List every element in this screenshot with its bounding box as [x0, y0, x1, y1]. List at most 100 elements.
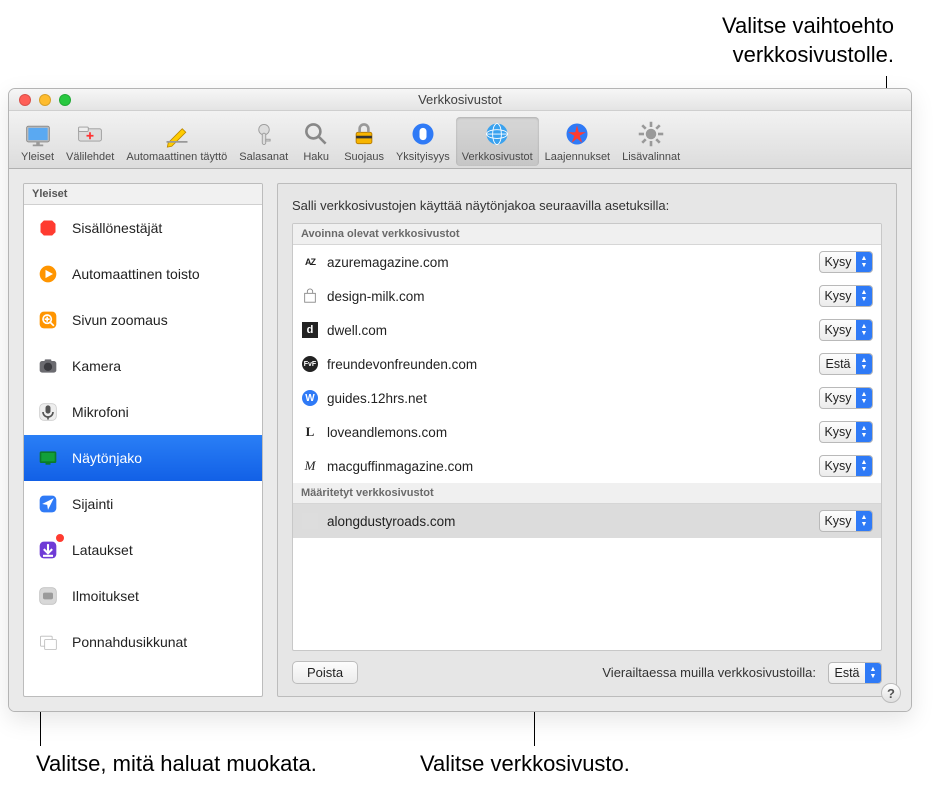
site-row[interactable]: design-milk.com Kysy ▲▼: [293, 279, 881, 313]
toolbar-security[interactable]: Suojaus: [338, 117, 390, 166]
help-button[interactable]: ?: [881, 683, 901, 703]
panel-footer: Poista Vierailtaessa muilla verkkosivust…: [292, 661, 882, 684]
site-permission-value: Estä: [820, 357, 856, 371]
site-permission-value: Kysy: [820, 425, 856, 439]
site-row[interactable]: L loveandlemons.com Kysy ▲▼: [293, 415, 881, 449]
toolbar-label: Laajennukset: [545, 151, 610, 163]
site-permission-value: Kysy: [820, 391, 856, 405]
favicon-icon: M: [301, 457, 319, 475]
content-blockers-icon: [34, 214, 62, 242]
sidebar-item-notifications[interactable]: Ilmoitukset: [24, 573, 262, 619]
site-permission-select[interactable]: Kysy ▲▼: [819, 285, 873, 307]
sidebar-item-label: Lataukset: [72, 542, 133, 558]
toolbar-search[interactable]: Haku: [294, 117, 338, 166]
sidebar-item-downloads[interactable]: Lataukset: [24, 527, 262, 573]
site-domain: guides.12hrs.net: [327, 391, 811, 406]
site-row[interactable]: alongdustyroads.com Kysy ▲▼: [293, 504, 881, 538]
toolbar-label: Välilehdet: [66, 151, 114, 163]
location-icon: [34, 490, 62, 518]
toolbar-general[interactable]: Yleiset: [15, 117, 60, 166]
site-domain: azuremagazine.com: [327, 255, 811, 270]
sidebar-item-microphone[interactable]: Mikrofoni: [24, 389, 262, 435]
site-row[interactable]: FvF freundevonfreunden.com Estä ▲▼: [293, 347, 881, 381]
search-icon: [301, 119, 331, 149]
chevron-updown-icon: ▲▼: [856, 252, 872, 272]
privacy-icon: [408, 119, 438, 149]
site-permission-value: Kysy: [820, 514, 856, 528]
chevron-updown-icon: ▲▼: [865, 663, 881, 683]
notifications-icon: [34, 582, 62, 610]
microphone-icon: [34, 398, 62, 426]
favicon-icon: W: [301, 389, 319, 407]
site-domain: alongdustyroads.com: [327, 514, 811, 529]
site-permission-select[interactable]: Kysy ▲▼: [819, 251, 873, 273]
favicon-icon: AZ: [301, 253, 319, 271]
site-domain: loveandlemons.com: [327, 425, 811, 440]
sidebar-item-label: Kamera: [72, 358, 121, 374]
sidebar-item-page-zoom[interactable]: Sivun zoomaus: [24, 297, 262, 343]
toolbar-autofill[interactable]: Automaattinen täyttö: [120, 117, 233, 166]
extensions-icon: [562, 119, 592, 149]
sidebar-item-content-blockers[interactable]: Sisällönestäjät: [24, 205, 262, 251]
site-row[interactable]: M macguffinmagazine.com Kysy ▲▼: [293, 449, 881, 483]
site-permission-select[interactable]: Kysy ▲▼: [819, 387, 873, 409]
table-blank: [293, 538, 881, 650]
site-permission-select[interactable]: Kysy ▲▼: [819, 421, 873, 443]
toolbar-label: Yleiset: [21, 151, 54, 163]
toolbar-websites[interactable]: Verkkosivustot: [456, 117, 539, 166]
favicon-icon: L: [301, 423, 319, 441]
site-permission-value: Kysy: [820, 289, 856, 303]
open-sites-header: Avoinna olevat verkkosivustot: [293, 224, 881, 245]
camera-icon: [34, 352, 62, 380]
toolbar-label: Automaattinen täyttö: [126, 151, 227, 163]
chevron-updown-icon: ▲▼: [856, 456, 872, 476]
toolbar-privacy[interactable]: Yksityisyys: [390, 117, 456, 166]
toolbar-passwords[interactable]: Salasanat: [233, 117, 294, 166]
toolbar-tabs[interactable]: Välilehdet: [60, 117, 120, 166]
sidebar-item-label: Automaattinen toisto: [72, 266, 200, 282]
site-row[interactable]: d dwell.com Kysy ▲▼: [293, 313, 881, 347]
sidebar-item-location[interactable]: Sijainti: [24, 481, 262, 527]
downloads-icon: [34, 536, 62, 564]
toolbar-label: Salasanat: [239, 151, 288, 163]
toolbar-label: Suojaus: [344, 151, 384, 163]
popups-icon: [34, 628, 62, 656]
toolbar-advanced[interactable]: Lisävalinnat: [616, 117, 686, 166]
preferences-window: Verkkosivustot Yleiset Välilehdet Automaat…: [8, 88, 912, 712]
window-title: Verkkosivustot: [9, 92, 911, 107]
sidebar-item-autoplay[interactable]: Automaattinen toisto: [24, 251, 262, 297]
page-zoom-icon: [34, 306, 62, 334]
site-domain: macguffinmagazine.com: [327, 459, 811, 474]
sidebar-item-screen-share[interactable]: Näytönjako: [24, 435, 262, 481]
autofill-icon: [162, 119, 192, 149]
chevron-updown-icon: ▲▼: [856, 422, 872, 442]
site-permission-select[interactable]: Kysy ▲▼: [819, 455, 873, 477]
sidebar-item-label: Mikrofoni: [72, 404, 129, 420]
site-domain: dwell.com: [327, 323, 811, 338]
site-permission-value: Kysy: [820, 323, 856, 337]
toolbar-label: Yksityisyys: [396, 151, 450, 163]
chevron-updown-icon: ▲▼: [856, 511, 872, 531]
other-sites-value: Estä: [829, 666, 865, 680]
site-row[interactable]: W guides.12hrs.net Kysy ▲▼: [293, 381, 881, 415]
screen-share-icon: [34, 444, 62, 472]
other-sites-label: Vierailtaessa muilla verkkosivustoilla:: [602, 665, 816, 680]
callout-bottom-center: Valitse verkkosivusto.: [420, 750, 630, 779]
site-permission-select[interactable]: Estä ▲▼: [819, 353, 873, 375]
sidebar-item-label: Sivun zoomaus: [72, 312, 168, 328]
site-permission-select[interactable]: Kysy ▲▼: [819, 319, 873, 341]
site-permission-select[interactable]: Kysy ▲▼: [819, 510, 873, 532]
site-domain: design-milk.com: [327, 289, 811, 304]
sidebar-item-popups[interactable]: Ponnahdusikkunat: [24, 619, 262, 665]
autoplay-icon: [34, 260, 62, 288]
other-sites-select[interactable]: Estä ▲▼: [828, 662, 882, 684]
configured-sites-header: Määritetyt verkkosivustot: [293, 483, 881, 504]
sites-table: Avoinna olevat verkkosivustot AZ azurema…: [292, 223, 882, 651]
site-row[interactable]: AZ azuremagazine.com Kysy ▲▼: [293, 245, 881, 279]
toolbar-label: Lisävalinnat: [622, 151, 680, 163]
remove-button[interactable]: Poista: [292, 661, 358, 684]
chevron-updown-icon: ▲▼: [856, 320, 872, 340]
sidebar-item-camera[interactable]: Kamera: [24, 343, 262, 389]
toolbar-extensions[interactable]: Laajennukset: [539, 117, 616, 166]
sidebar-item-label: Sisällönestäjät: [72, 220, 162, 236]
